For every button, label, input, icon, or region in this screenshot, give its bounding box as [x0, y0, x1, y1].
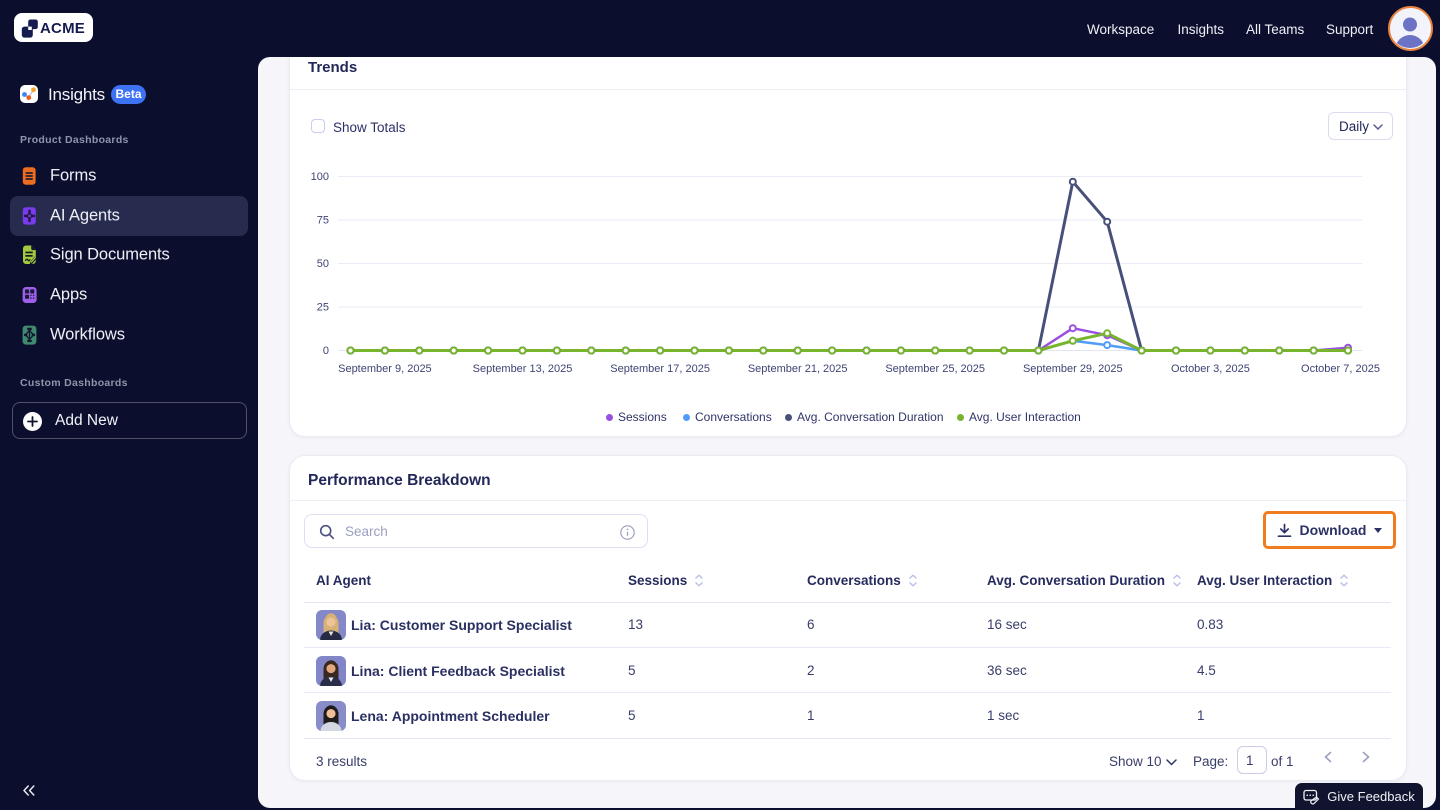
svg-text:25: 25: [317, 302, 329, 314]
svg-text:September 29, 2025: September 29, 2025: [1023, 363, 1123, 375]
svg-text:50: 50: [317, 258, 329, 270]
svg-text:100: 100: [311, 171, 329, 183]
svg-text:75: 75: [317, 215, 329, 227]
svg-text:0: 0: [323, 345, 329, 357]
svg-text:September 13, 2025: September 13, 2025: [473, 363, 573, 375]
svg-text:September 25, 2025: September 25, 2025: [885, 363, 985, 375]
svg-text:October 3, 2025: October 3, 2025: [1171, 363, 1250, 375]
svg-text:September 21, 2025: September 21, 2025: [748, 363, 848, 375]
svg-text:October 7, 2025: October 7, 2025: [1301, 363, 1380, 375]
svg-text:September 17, 2025: September 17, 2025: [610, 363, 710, 375]
svg-text:September 9, 2025: September 9, 2025: [338, 363, 432, 375]
